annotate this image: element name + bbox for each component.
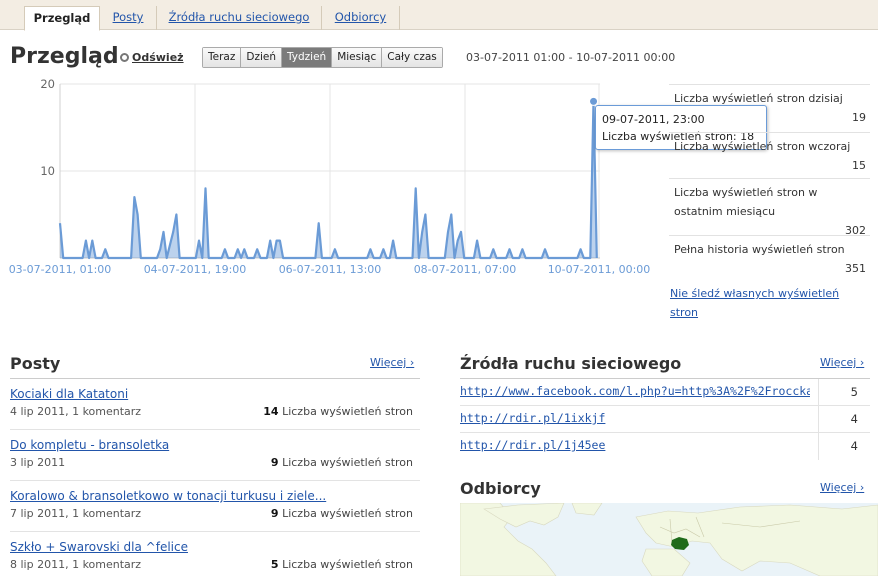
x-tick-label: 03-07-2011, 01:00 — [9, 263, 112, 276]
post-row: Koralowo & bransoletkowo w tonacji turku… — [10, 481, 420, 532]
post-view-label: Liczba wyświetleń stron — [282, 558, 413, 571]
source-count: 4 — [818, 433, 870, 460]
refresh-button[interactable]: Odśwież — [120, 51, 184, 64]
range-week-button[interactable]: Tydzień — [282, 48, 333, 67]
post-views: 9 Liczba wyświetleń stron — [271, 456, 413, 469]
tab-overview[interactable]: Przegląd — [24, 6, 100, 31]
stat-value: 351 — [845, 262, 866, 275]
date-range: 03-07-2011 01:00 - 10-07-2011 00:00 — [466, 51, 676, 64]
source-url-link[interactable]: http://www.facebook.com/l.php?u=http%3A%… — [460, 384, 810, 398]
post-view-label: Liczba wyświetleń stron — [282, 405, 413, 418]
tab-audience[interactable]: Odbiorcy — [322, 6, 400, 30]
dont-track-link[interactable]: Nie śledź własnych wyświetleń stron — [670, 284, 860, 322]
post-title-link[interactable]: Koralowo & bransoletkowo w tonacji turku… — [10, 489, 326, 503]
post-meta: 7 lip 2011, 1 komentarz — [10, 507, 142, 520]
post-view-label: Liczba wyświetleń stron — [282, 507, 413, 520]
stat-last-month: Liczba wyświetleń stron w ostatnim miesi… — [669, 178, 870, 237]
stat-yesterday: Liczba wyświetleń stron wczoraj 15 — [669, 132, 870, 178]
source-count: 4 — [818, 406, 870, 433]
post-views: 14 Liczba wyświetleń stron — [263, 405, 413, 418]
stat-label: Liczba wyświetleń stron dzisiaj — [674, 92, 843, 105]
range-now-button[interactable]: Teraz — [203, 48, 242, 67]
series-line — [58, 100, 598, 260]
post-view-label: Liczba wyświetleń stron — [282, 456, 413, 469]
tab-traffic-sources[interactable]: Źródła ruchu sieciowego — [157, 6, 322, 30]
sources-more-link[interactable]: Więcej › — [820, 356, 864, 369]
source-row: http://rdir.pl/1ixkjf 4 — [460, 406, 870, 433]
post-views: 9 Liczba wyświetleń stron — [271, 507, 413, 520]
range-day-button[interactable]: Dzień — [241, 48, 282, 67]
post-row: Kociaki dla Katatoni 4 lip 2011, 1 komen… — [10, 379, 420, 430]
x-tick-label: 08-07-2011, 07:00 — [414, 263, 517, 276]
audience-more-link[interactable]: Więcej › — [820, 481, 864, 494]
source-count: 5 — [818, 379, 870, 406]
time-range-selector: Teraz Dzień Tydzień Miesiąc Cały czas — [202, 47, 443, 68]
y-tick-label: 10 — [40, 164, 55, 178]
post-view-count: 9 — [270, 507, 279, 520]
source-row: http://rdir.pl/1j45ee 4 — [460, 433, 870, 460]
posts-more-link[interactable]: Więcej › — [370, 356, 414, 369]
source-url-link[interactable]: http://rdir.pl/1j45ee — [460, 438, 810, 452]
page-title: Przegląd — [10, 44, 119, 69]
source-row: http://www.facebook.com/l.php?u=http%3A%… — [460, 379, 870, 406]
post-row: Szkło + Swarovski dla ^felice 8 lip 2011… — [10, 532, 420, 576]
range-month-button[interactable]: Miesiąc — [332, 48, 383, 67]
post-view-count: 5 — [270, 558, 279, 571]
audience-world-map[interactable] — [460, 503, 878, 576]
stat-label: Liczba wyświetleń stron w ostatnim miesi… — [674, 186, 818, 218]
post-title-link[interactable]: Do kompletu - bransoletka — [10, 438, 169, 452]
tab-bar: Przegląd Posty Źródła ruchu sieciowego O… — [0, 0, 878, 31]
refresh-label: Odśwież — [132, 51, 184, 64]
y-tick-label: 20 — [40, 77, 55, 91]
post-meta: 4 lip 2011, 1 komentarz — [10, 405, 142, 418]
x-tick-label: 04-07-2011, 19:00 — [144, 263, 247, 276]
stat-all-time: Pełna historia wyświetleń stron 351 — [669, 235, 870, 281]
post-title-link[interactable]: Szkło + Swarovski dla ^felice — [10, 540, 188, 554]
post-view-count: 14 — [263, 405, 279, 418]
refresh-icon — [120, 53, 129, 62]
tab-posts[interactable]: Posty — [100, 6, 157, 30]
x-tick-label: 06-07-2011, 13:00 — [279, 263, 382, 276]
post-title-link[interactable]: Kociaki dla Katatoni — [10, 387, 128, 401]
audience-title: Odbiorcy — [460, 479, 541, 498]
post-view-count: 9 — [270, 456, 279, 469]
post-views: 5 Liczba wyświetleń stron — [271, 558, 413, 571]
stats-panel: Liczba wyświetleń stron dzisiaj 19 Liczb… — [669, 84, 870, 281]
range-all-time-button[interactable]: Cały czas — [382, 48, 442, 67]
x-tick-label: 10-07-2011, 00:00 — [548, 263, 651, 276]
stat-value: 19 — [852, 111, 866, 124]
posts-title: Posty — [10, 354, 61, 373]
stat-today: Liczba wyświetleń stron dzisiaj 19 — [669, 84, 870, 132]
post-meta: 8 lip 2011, 1 komentarz — [10, 558, 142, 571]
sources-title: Źródła ruchu sieciowego — [460, 354, 682, 373]
pageviews-chart[interactable]: 10 20 03-07-2011, 01:00 04-07-2011, 19:00 06… — [0, 76, 660, 286]
stat-label: Liczba wyświetleń stron wczoraj — [674, 140, 851, 153]
stat-value: 15 — [852, 159, 866, 172]
post-meta: 3 lip 2011 — [10, 456, 66, 469]
source-url-link[interactable]: http://rdir.pl/1ixkjf — [460, 411, 810, 425]
post-row: Do kompletu - bransoletka 3 lip 2011 9 L… — [10, 430, 420, 481]
series-area — [60, 101, 597, 259]
stat-label: Pełna historia wyświetleń stron — [674, 243, 845, 256]
